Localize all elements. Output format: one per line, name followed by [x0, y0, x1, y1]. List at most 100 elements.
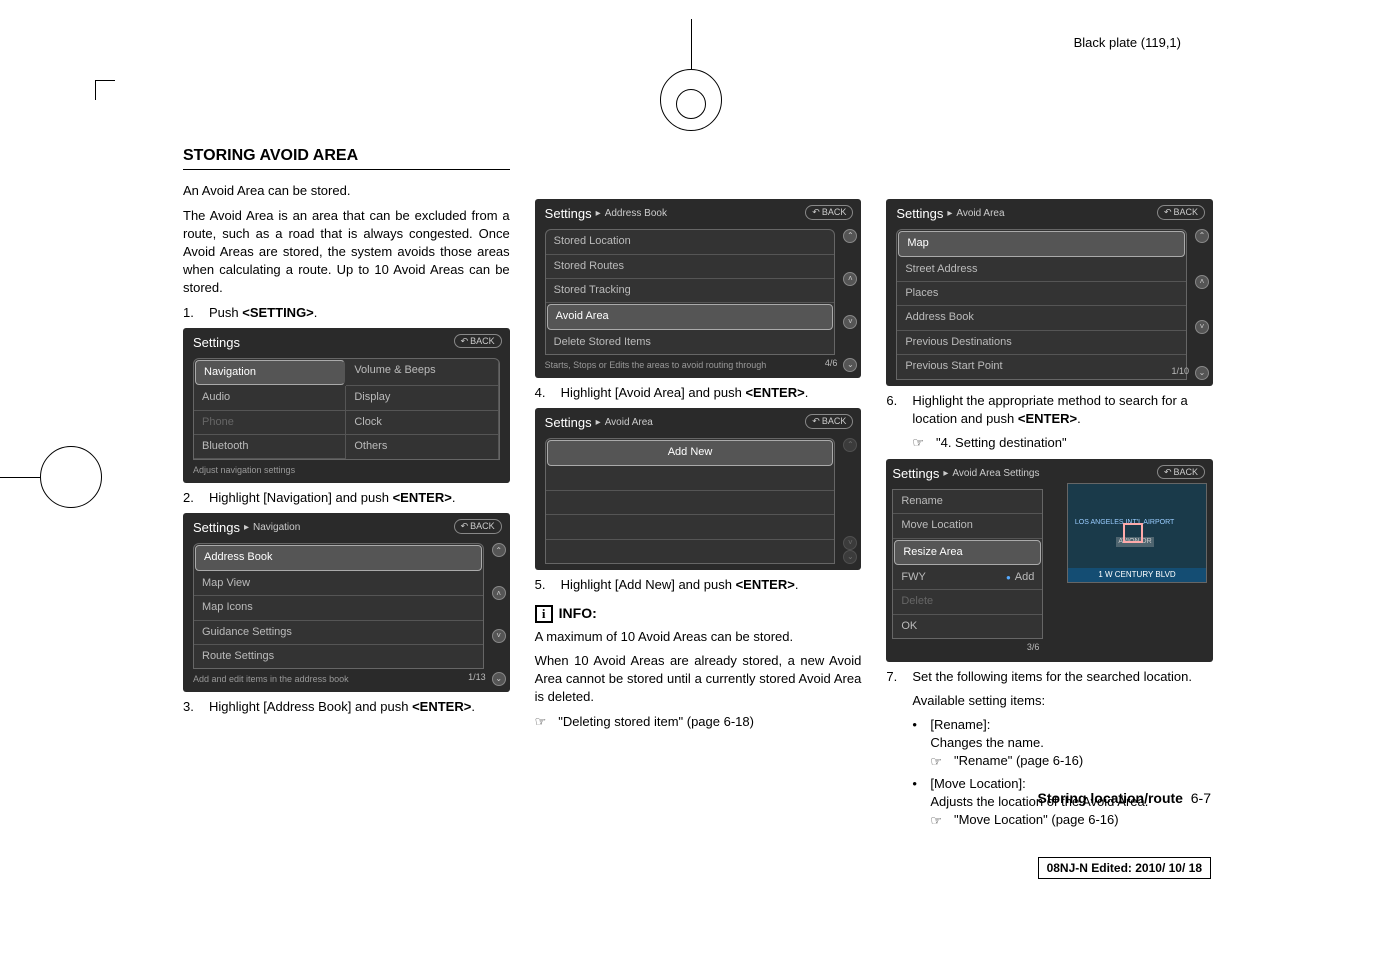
menu-resize-area[interactable]: Resize Area: [894, 540, 1041, 565]
step-number: 7.: [886, 668, 902, 686]
step-number: 1.: [183, 304, 199, 322]
menu-map-icons[interactable]: Map Icons: [194, 596, 483, 620]
screen-title: Settings: [545, 205, 592, 223]
menu-volume-beeps[interactable]: Volume & Beeps: [346, 359, 498, 386]
breadcrumb: Address Book: [605, 207, 667, 221]
step-text: Highlight [Avoid Area] and push <ENTER>.: [561, 384, 862, 402]
reference-icon: ☞: [912, 434, 932, 452]
footer-page-number: 6-7: [1191, 790, 1211, 806]
screen-title: Settings: [892, 465, 939, 483]
screen-avoid-area-settings: Settings ▸ Avoid Area Settings ↶ BACK Re…: [886, 459, 1213, 662]
scroll-bottom-button[interactable]: ⌄: [843, 358, 857, 372]
menu-previous-start-point[interactable]: Previous Start Point: [897, 355, 1186, 378]
menu-stored-tracking[interactable]: Stored Tracking: [546, 279, 835, 303]
scroll-up-button[interactable]: ˄: [843, 272, 857, 286]
menu-places[interactable]: Places: [897, 282, 1186, 306]
menu-previous-destinations[interactable]: Previous Destinations: [897, 331, 1186, 355]
screen-address-book: Settings ▸ Address Book ↶ BACK Stored Lo…: [535, 199, 862, 378]
item-rename-label: [Rename]:: [930, 716, 1083, 734]
menu-map-view[interactable]: Map View: [194, 572, 483, 596]
menu-rename[interactable]: Rename: [893, 490, 1042, 514]
back-button[interactable]: ↶ BACK: [805, 414, 853, 429]
menu-add-new[interactable]: Add New: [547, 440, 834, 465]
scroll-controls: ⌃ ˄ ˅ ⌄: [843, 229, 857, 372]
menu-avoid-area[interactable]: Avoid Area: [547, 304, 834, 329]
page-body: STORING AVOID AREA An Avoid Area can be …: [183, 145, 1213, 834]
column-3: Settings ▸ Avoid Area ↶ BACK Map Street …: [886, 145, 1213, 834]
back-button[interactable]: ↶ BACK: [454, 334, 502, 349]
screen-help-text: Starts, Stops or Edits the areas to avoi…: [545, 359, 767, 372]
menu-route-settings[interactable]: Route Settings: [194, 645, 483, 668]
breadcrumb: Navigation: [253, 521, 300, 535]
menu-ok[interactable]: OK: [893, 615, 1042, 638]
menu-address-book[interactable]: Address Book: [897, 306, 1186, 330]
scroll-top-button[interactable]: ⌃: [1195, 229, 1209, 243]
menu-others[interactable]: Others: [346, 435, 498, 459]
screen-settings-navigation: Settings ▸ Navigation ↶ BACK Address Boo…: [183, 513, 510, 692]
reference-icon: ☞: [535, 713, 555, 731]
menu-phone[interactable]: Phone: [194, 411, 346, 435]
back-button[interactable]: ↶ BACK: [1157, 465, 1205, 480]
menu-stored-routes[interactable]: Stored Routes: [546, 255, 835, 279]
back-button[interactable]: ↶ BACK: [454, 519, 502, 534]
menu-fwy[interactable]: FWY Add: [893, 566, 1042, 590]
menu-street-address[interactable]: Street Address: [897, 258, 1186, 282]
menu-bluetooth[interactable]: Bluetooth: [194, 435, 346, 459]
item-move-ref: ☞ "Move Location" (page 6-16): [930, 811, 1148, 830]
edition-stamp: 08NJ-N Edited: 2010/ 10/ 18: [1038, 857, 1211, 879]
scroll-top-button[interactable]: ⌃: [492, 543, 506, 557]
menu-map[interactable]: Map: [898, 231, 1185, 256]
menu-address-book[interactable]: Address Book: [195, 545, 482, 570]
column-1: STORING AVOID AREA An Avoid Area can be …: [183, 145, 510, 834]
scroll-top-button: ⌃: [843, 438, 857, 452]
step-number: 4.: [535, 384, 551, 402]
map-preview: LOS ANGELES INT'L AIRPORT AVION DR 1 W C…: [1067, 483, 1207, 583]
scroll-top-button[interactable]: ⌃: [843, 229, 857, 243]
info-ref: ☞ "Deleting stored item" (page 6-18): [535, 713, 862, 732]
scroll-bottom-button: ⌄: [843, 550, 857, 564]
menu-clock[interactable]: Clock: [346, 411, 498, 435]
scroll-bottom-button[interactable]: ⌄: [1195, 366, 1209, 380]
breadcrumb: Avoid Area Settings: [952, 467, 1039, 481]
step-2: 2. Highlight [Navigation] and push <ENTE…: [183, 489, 510, 507]
screen-title: Settings: [545, 414, 592, 432]
screen-help-text: Add and edit items in the address book: [193, 673, 349, 686]
column-2: Settings ▸ Address Book ↶ BACK Stored Lo…: [535, 145, 862, 834]
menu-display[interactable]: Display: [346, 386, 498, 410]
menu-stored-location[interactable]: Stored Location: [546, 230, 835, 254]
avoid-menu: Add New: [545, 438, 836, 564]
reference-icon: ☞: [930, 812, 950, 830]
menu-delete-stored-items[interactable]: Delete Stored Items: [546, 331, 835, 354]
scroll-controls: ⌃ ˄ ˅ ⌄: [1195, 229, 1209, 380]
item-rename: • [Rename]: Changes the name. ☞ "Rename"…: [912, 716, 1213, 771]
section-footer: Storing location/route 6-7: [1038, 790, 1211, 806]
back-button[interactable]: ↶ BACK: [1157, 205, 1205, 220]
address-book-menu: Stored Location Stored Routes Stored Tra…: [545, 229, 836, 355]
screen-title: Settings: [193, 334, 240, 352]
scroll-down-button[interactable]: ˅: [1195, 320, 1209, 334]
menu-delete[interactable]: Delete: [893, 590, 1042, 614]
crop-mark-left: [10, 437, 90, 517]
fwy-add-option[interactable]: Add: [1006, 570, 1034, 585]
available-items-label: Available setting items:: [912, 692, 1213, 710]
scroll-up-button[interactable]: ˄: [492, 586, 506, 600]
avoid-area-box: [1123, 523, 1143, 543]
scroll-up-button[interactable]: ˄: [1195, 275, 1209, 289]
settings-grid: Navigation Volume & Beeps Audio Display …: [193, 358, 500, 461]
scroll-bottom-button[interactable]: ⌄: [492, 672, 506, 686]
menu-audio[interactable]: Audio: [194, 386, 346, 410]
menu-navigation[interactable]: Navigation: [195, 360, 345, 385]
nav-menu: Address Book Map View Map Icons Guidance…: [193, 543, 484, 669]
step-text: Set the following items for the searched…: [912, 668, 1213, 686]
info-body-2: When 10 Avoid Areas are already stored, …: [535, 652, 862, 707]
menu-guidance-settings[interactable]: Guidance Settings: [194, 621, 483, 645]
item-rename-ref: ☞ "Rename" (page 6-16): [930, 752, 1083, 771]
scroll-down-button[interactable]: ˅: [843, 315, 857, 329]
scroll-down-button[interactable]: ˅: [492, 629, 506, 643]
menu-move-location[interactable]: Move Location: [893, 514, 1042, 538]
step-number: 2.: [183, 489, 199, 507]
scroll-controls: ⌃ ˅ ⌄: [843, 438, 857, 564]
back-button[interactable]: ↶ BACK: [805, 205, 853, 220]
menu-empty: [546, 491, 835, 515]
breadcrumb: Avoid Area: [605, 416, 653, 430]
